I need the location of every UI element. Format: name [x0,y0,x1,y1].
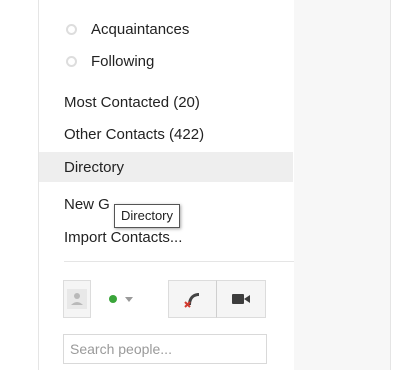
import-contacts-link[interactable]: Import Contacts... [64,229,182,246]
circle-following[interactable]: Following [66,51,154,71]
radio-icon[interactable] [66,55,77,67]
person-icon [67,289,87,309]
directory-tooltip: Directory [114,204,181,228]
other-contacts-link[interactable]: Other Contacts (422) [64,126,204,143]
circle-acquaintances[interactable]: Acquaintances [66,19,189,39]
divider [64,261,294,262]
video-call-button[interactable] [216,280,266,318]
status-dot-icon [108,295,133,303]
search-people-input[interactable] [63,334,267,364]
circle-label: Acquaintances [91,20,190,38]
new-group-link[interactable]: New G [64,196,110,213]
video-camera-icon [232,294,250,304]
panel-background [294,0,390,370]
phone-icon [183,293,199,308]
directory-link[interactable]: Directory [64,159,124,176]
status-selector[interactable] [91,280,159,318]
radio-icon[interactable] [66,23,77,35]
most-contacted-link[interactable]: Most Contacted (20) [64,94,200,111]
chevron-down-icon [124,297,133,302]
avatar[interactable] [63,280,91,318]
circle-label: Following [91,52,155,70]
call-button[interactable] [168,280,217,318]
